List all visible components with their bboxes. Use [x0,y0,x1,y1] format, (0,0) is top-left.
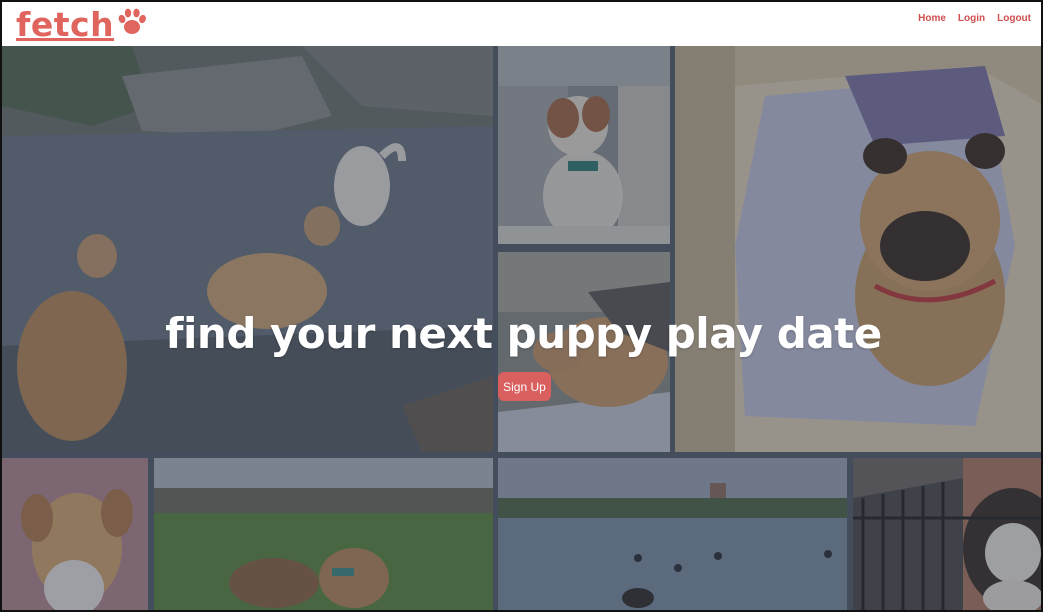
navbar: fetch Home Login Logout [2,2,1041,46]
app-frame: fetch Home Login Logout find your next p… [0,0,1043,612]
sign-up-button[interactable]: Sign Up [498,372,551,401]
logo[interactable]: fetch [16,4,148,44]
nav-logout-link[interactable]: Logout [997,13,1031,24]
hero-headline: find your next puppy play date [165,309,882,358]
nav-login-link[interactable]: Login [958,13,985,24]
paw-icon [118,8,146,34]
lake-with-ducks-photo [498,458,847,610]
pug-on-blanket-photo [675,46,1041,452]
dog-in-car-photo [498,46,670,244]
dogs-in-park-photo [154,458,493,610]
nav-home-link[interactable]: Home [918,13,946,24]
logo-text: fetch [16,4,115,44]
dogs-playing-in-creek-photo [2,46,493,452]
nav-links: Home Login Logout [918,13,1031,24]
fluffy-dog-behind-gate-photo [853,458,1041,610]
hero: find your next puppy play date Sign Up [2,46,1041,610]
small-dog-portrait-photo [2,458,148,610]
